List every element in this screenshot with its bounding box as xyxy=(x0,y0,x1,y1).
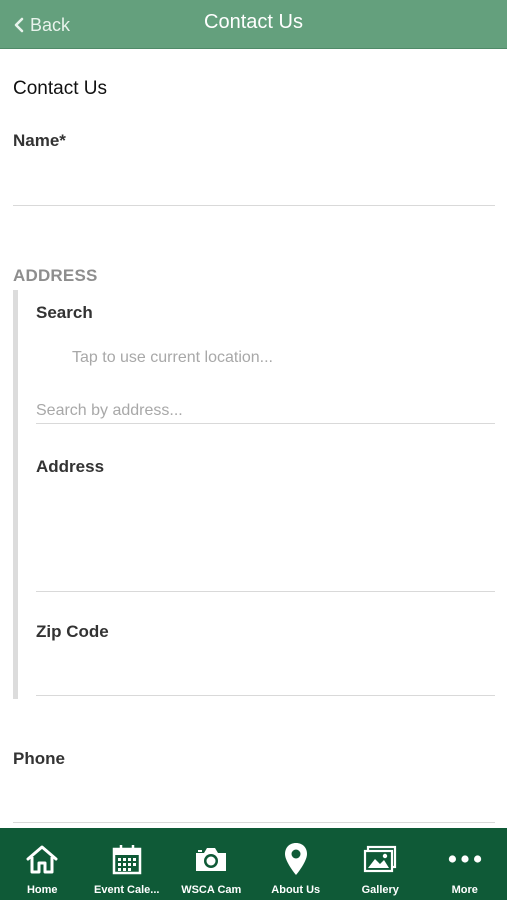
tab-gallery[interactable]: Gallery xyxy=(338,828,423,900)
tab-label: More xyxy=(451,884,478,896)
tab-label: WSCA Cam xyxy=(181,884,242,896)
search-label: Search xyxy=(36,303,93,322)
more-icon xyxy=(447,843,483,875)
page-title: Contact Us xyxy=(204,11,303,33)
top-nav-bar: Back Contact Us xyxy=(0,0,507,49)
form-content[interactable]: Contact Us Name* ADDRESS Search Tap to u… xyxy=(0,50,507,828)
location-pin-icon xyxy=(278,843,314,875)
zip-code-field[interactable] xyxy=(36,695,495,696)
tab-label: Gallery xyxy=(361,884,399,896)
form-title: Contact Us xyxy=(13,78,107,99)
camera-icon xyxy=(193,843,229,875)
address-label: Address xyxy=(36,457,105,476)
address-search-input[interactable] xyxy=(36,398,495,424)
phone-field[interactable] xyxy=(13,822,495,823)
gallery-icon xyxy=(362,843,398,875)
name-label: Name* xyxy=(13,131,66,150)
address-section-bar xyxy=(13,290,18,699)
address-section-heading: ADDRESS xyxy=(13,266,98,285)
tab-event-calendar[interactable]: Event Cale... xyxy=(85,828,170,900)
tab-label: About Us xyxy=(271,884,321,896)
zip-code-label: Zip Code xyxy=(36,622,109,641)
current-location-link[interactable]: Tap to use current location... xyxy=(72,349,273,367)
tab-label: Home xyxy=(26,884,58,896)
phone-label: Phone xyxy=(13,749,65,768)
tab-wsca-cam[interactable]: WSCA Cam xyxy=(169,828,254,900)
home-icon xyxy=(24,843,60,875)
tab-home[interactable]: Home xyxy=(0,828,85,900)
bottom-tab-bar: Home Event Cale... WSCA Cam About Us Gal… xyxy=(0,828,507,900)
calendar-icon xyxy=(109,843,145,875)
address-field[interactable] xyxy=(36,591,495,592)
tab-more[interactable]: More xyxy=(423,828,507,900)
tab-label: Event Cale... xyxy=(94,884,160,896)
tab-about-us[interactable]: About Us xyxy=(254,828,339,900)
name-field[interactable] xyxy=(13,205,495,206)
